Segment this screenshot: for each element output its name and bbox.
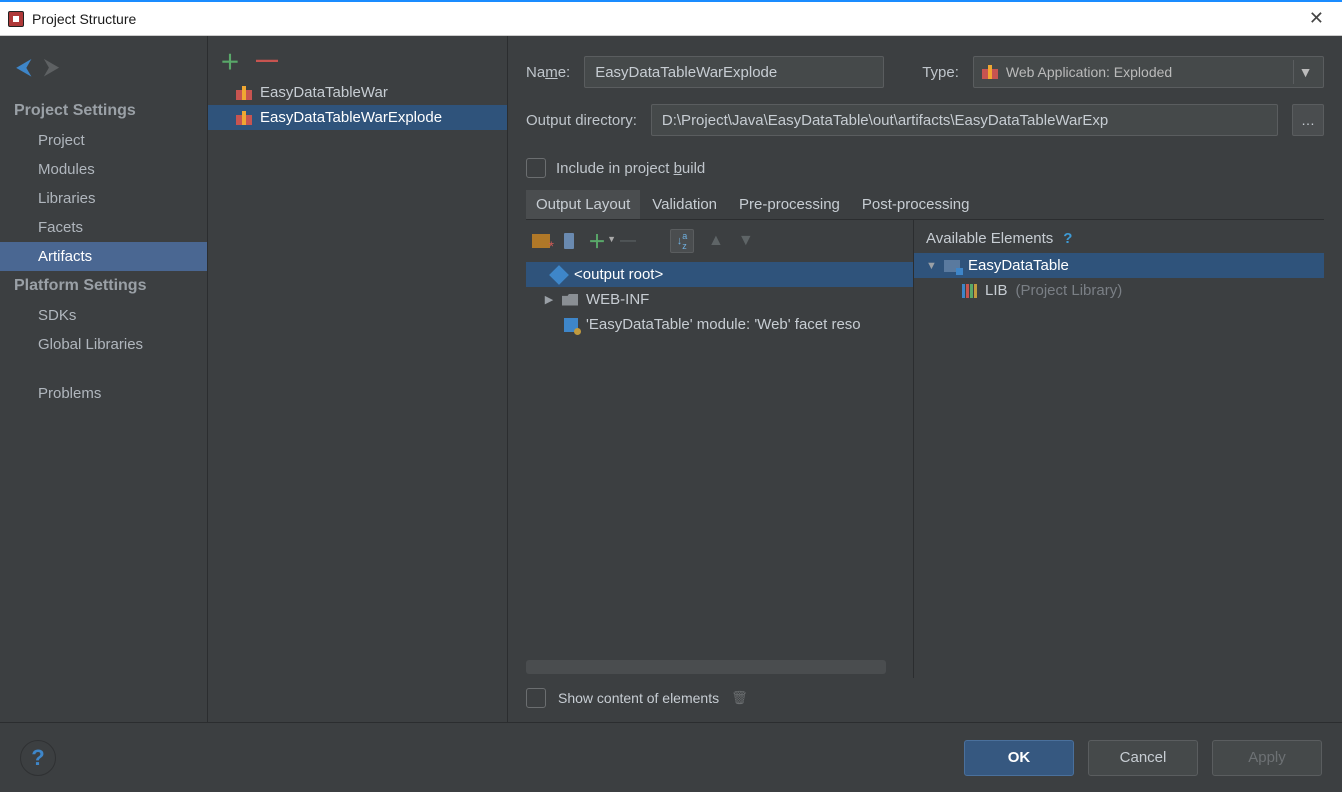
app-icon — [8, 11, 24, 27]
add-artifact-icon[interactable]: ＋ — [220, 46, 240, 75]
new-archive-icon[interactable] — [564, 233, 574, 249]
nav-back-icon[interactable]: ⮜ — [16, 54, 32, 80]
artifact-label: EasyDataTableWar — [260, 84, 388, 101]
cancel-button[interactable]: Cancel — [1088, 740, 1198, 776]
output-layout-panel: ＋▼ — ↓az ▲ ▼ <output root> ▶ — [526, 220, 914, 678]
artifact-list-panel: ＋ — EasyDataTableWar EasyDataTableWarExp… — [208, 36, 508, 722]
artifact-icon — [236, 111, 252, 125]
navigation-sidebar: ⮜ ⮞ Project Settings Project Modules Lib… — [0, 36, 208, 722]
include-in-build-label: Include in project build — [556, 160, 705, 177]
name-label: Name: — [526, 64, 570, 81]
tree-row-label: 'EasyDataTable' module: 'Web' facet reso — [586, 316, 861, 333]
web-facet-icon — [564, 318, 578, 332]
available-elements-panel: Available Elements ? ▼ EasyDataTable LIB… — [914, 220, 1324, 678]
show-content-checkbox[interactable] — [526, 688, 546, 708]
output-directory-input[interactable] — [651, 104, 1278, 136]
artifact-type-value: Web Application: Exploded — [1006, 64, 1172, 80]
trash-icon[interactable]: 🗑 — [731, 690, 748, 706]
tree-row-label: WEB-INF — [586, 291, 649, 308]
output-root-label: <output root> — [574, 266, 663, 283]
output-tree-row[interactable]: ▶ WEB-INF — [526, 287, 913, 312]
available-library-row[interactable]: LIB (Project Library) — [914, 278, 1324, 303]
sidebar-item-sdks[interactable]: SDKs — [0, 301, 207, 330]
sidebar-item-global-libraries[interactable]: Global Libraries — [0, 330, 207, 359]
library-label: LIB — [985, 282, 1008, 299]
available-elements-label: Available Elements — [926, 230, 1053, 247]
sidebar-item-project[interactable]: Project — [0, 126, 207, 155]
nav-forward-icon[interactable]: ⮞ — [44, 54, 60, 80]
tab-output-layout[interactable]: Output Layout — [526, 190, 640, 219]
folder-icon — [562, 294, 578, 306]
library-note: (Project Library) — [1016, 282, 1123, 299]
project-icon — [944, 260, 960, 272]
chevron-down-icon: ▼ — [607, 234, 616, 244]
artifact-type-dropdown[interactable]: Web Application: Exploded ▼ — [973, 56, 1324, 88]
chevron-down-icon: ▼ — [1293, 60, 1317, 84]
output-dir-label: Output directory: — [526, 112, 637, 129]
section-title-platform-settings: Platform Settings — [0, 271, 207, 301]
output-root-icon — [549, 265, 569, 285]
horizontal-scrollbar[interactable] — [526, 660, 886, 674]
include-in-build-checkbox[interactable] — [526, 158, 546, 178]
output-tree-row[interactable]: 'EasyDataTable' module: 'Web' facet reso — [526, 312, 913, 337]
tab-post-processing[interactable]: Post-processing — [852, 190, 980, 219]
remove-element-icon[interactable]: — — [620, 232, 636, 250]
help-button[interactable]: ? — [20, 740, 56, 776]
sidebar-item-facets[interactable]: Facets — [0, 213, 207, 242]
section-title-project-settings: Project Settings — [0, 96, 207, 126]
ok-button[interactable]: OK — [964, 740, 1074, 776]
move-down-icon[interactable]: ▼ — [738, 232, 754, 250]
artifact-detail-panel: Name: Type: Web Application: Exploded ▼ … — [508, 36, 1342, 722]
browse-directory-button[interactable]: … — [1292, 104, 1324, 136]
available-project-row[interactable]: ▼ EasyDataTable — [914, 253, 1324, 278]
artifact-item[interactable]: EasyDataTableWarExplode — [208, 105, 507, 130]
add-element-icon[interactable]: ＋▼ — [588, 228, 606, 254]
sidebar-item-problems[interactable]: Problems — [0, 379, 207, 408]
expand-icon[interactable]: ▶ — [544, 293, 554, 306]
output-root-row[interactable]: <output root> — [526, 262, 913, 287]
collapse-icon[interactable]: ▼ — [926, 260, 936, 272]
artifact-icon — [236, 86, 252, 100]
remove-artifact-icon[interactable]: — — [256, 47, 278, 73]
sidebar-item-modules[interactable]: Modules — [0, 155, 207, 184]
sort-alpha-icon[interactable]: ↓az — [670, 229, 694, 253]
title-bar: Project Structure ✕ — [0, 0, 1342, 36]
sidebar-item-artifacts[interactable]: Artifacts — [0, 242, 207, 271]
window-title: Project Structure — [32, 11, 136, 27]
artifact-item[interactable]: EasyDataTableWar — [208, 80, 507, 105]
sidebar-item-libraries[interactable]: Libraries — [0, 184, 207, 213]
move-up-icon[interactable]: ▲ — [708, 232, 724, 250]
type-label: Type: — [922, 64, 959, 81]
show-content-label: Show content of elements — [558, 690, 719, 706]
tab-validation[interactable]: Validation — [642, 190, 727, 219]
new-folder-icon[interactable] — [532, 234, 550, 248]
window-close-button[interactable]: ✕ — [1299, 8, 1334, 29]
apply-button[interactable]: Apply — [1212, 740, 1322, 776]
artifact-label: EasyDataTableWarExplode — [260, 109, 442, 126]
available-project-label: EasyDataTable — [968, 257, 1069, 274]
help-icon[interactable]: ? — [1063, 230, 1072, 247]
dialog-button-bar: ? OK Cancel Apply — [0, 722, 1342, 792]
output-tabs: Output Layout Validation Pre-processing … — [526, 190, 1324, 220]
artifact-name-input[interactable] — [584, 56, 884, 88]
tab-pre-processing[interactable]: Pre-processing — [729, 190, 850, 219]
library-icon — [962, 284, 977, 298]
artifact-type-icon — [982, 65, 998, 79]
